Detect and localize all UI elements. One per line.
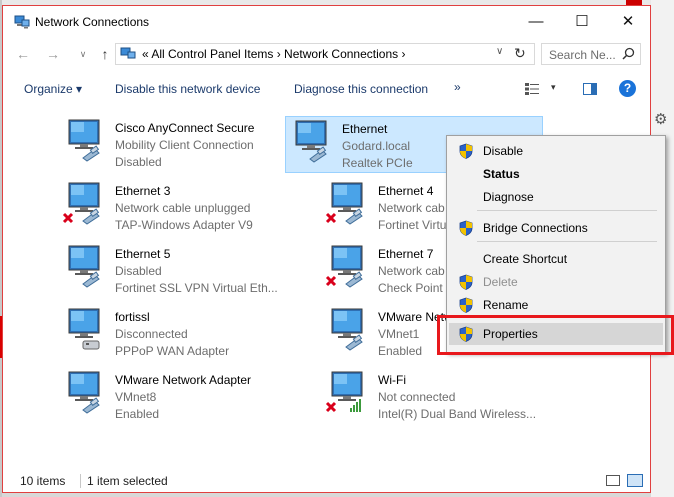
context-menu-label: Disable: [483, 144, 524, 158]
disable-device-button[interactable]: Disable this network device: [115, 82, 260, 96]
connection-details: Ethernet 3 Network cable unplugged TAP-Win…: [115, 183, 315, 234]
network-adapter-icon: [61, 118, 115, 164]
item-count: 10 items: [20, 474, 66, 488]
navigation-bar: ← → ∨ ↑ « All Control Panel Items › Netw…: [3, 38, 650, 70]
network-adapter-icon: [61, 307, 115, 353]
window-title: Network Connections: [35, 15, 150, 29]
back-arrow-icon[interactable]: ←: [13, 44, 33, 64]
connection-details: VMware Network Adapter VMnet8 Enabled: [115, 372, 315, 423]
large-icons-view-icon[interactable]: [627, 474, 643, 487]
change-view-icon[interactable]: [525, 83, 539, 95]
context-menu-label: Rename: [483, 298, 529, 312]
up-arrow-icon[interactable]: ↑: [95, 44, 115, 64]
status-divider: [80, 474, 81, 488]
context-menu-item-diagnose[interactable]: Diagnose: [449, 186, 663, 208]
control-panel-icon: [120, 47, 136, 59]
connection-item[interactable]: Wi-Fi Not connected Intel(R) Dual Band Wir…: [322, 368, 580, 425]
network-adapter-icon: [61, 370, 115, 416]
connection-item[interactable]: Ethernet 3 Network cable unplugged TAP-Win…: [59, 179, 317, 236]
connection-status: Disabled: [115, 264, 162, 278]
uac-shield-icon: [459, 143, 473, 159]
context-menu-label: Delete: [483, 275, 518, 289]
network-connections-icon: [14, 15, 30, 29]
breadcrumb[interactable]: « All Control Panel Items › Network Conn…: [142, 47, 405, 61]
context-menu-label: Create Shortcut: [483, 252, 568, 266]
connection-status: Not connected: [378, 390, 456, 404]
connection-item[interactable]: Ethernet 5 Disabled Fortinet SSL VPN Virtu…: [59, 242, 317, 299]
connection-adapter: Intel(R) Dual Band Wireless...: [378, 407, 537, 421]
network-adapter-icon: [61, 244, 115, 290]
context-menu-item-delete: Delete: [449, 271, 663, 293]
connection-item[interactable]: fortissl Disconnected PPPoP WAN Adapter: [59, 305, 317, 362]
recent-locations-chevron-icon[interactable]: ∨: [73, 44, 93, 64]
context-menu-label: Bridge Connections: [483, 221, 588, 235]
organize-button[interactable]: Organize ▾: [24, 82, 82, 96]
connection-adapter: PPPoP WAN Adapter: [115, 344, 230, 358]
more-commands-chevron-icon[interactable]: »: [454, 80, 461, 94]
connection-name: Ethernet 3: [115, 184, 171, 198]
connection-item[interactable]: VMware Network Adapter VMnet8 Enabled: [59, 368, 317, 425]
connection-adapter: Fortinet SSL VPN Virtual Eth...: [115, 281, 278, 295]
forward-arrow-icon[interactable]: →: [43, 44, 63, 64]
network-adapter-icon: [61, 181, 115, 227]
uac-shield-icon: [459, 274, 473, 290]
selection-count: 1 item selected: [87, 474, 168, 488]
context-menu-item-rename[interactable]: Rename: [449, 294, 663, 316]
menu-separator: [477, 241, 657, 242]
connection-name: Ethernet 5: [115, 247, 171, 261]
context-menu-item-status[interactable]: Status: [449, 163, 663, 185]
connection-name: fortissl: [115, 310, 150, 324]
connection-status: VMnet8: [115, 390, 157, 404]
network-adapter-icon: [288, 119, 342, 165]
uac-shield-icon: [459, 220, 473, 236]
network-adapter-icon: [324, 370, 378, 416]
help-icon[interactable]: ?: [619, 80, 636, 97]
close-button[interactable]: ✕: [605, 6, 651, 38]
status-bar: 10 items 1 item selected: [3, 470, 650, 492]
address-bar[interactable]: « All Control Panel Items › Network Conn…: [115, 43, 535, 65]
search-icon: [622, 47, 635, 60]
connection-details: fortissl Disconnected PPPoP WAN Adapter: [115, 309, 315, 360]
connection-item[interactable]: Cisco AnyConnect Secure Mobility Client C…: [59, 116, 317, 173]
search-placeholder: Search Ne...: [549, 48, 616, 62]
context-menu-item-create-shortcut[interactable]: Create Shortcut: [449, 248, 663, 270]
background-tool-icon: ⚙: [654, 111, 668, 128]
connection-name: VMware Network Adapter: [115, 373, 252, 387]
search-input[interactable]: Search Ne...: [541, 43, 641, 65]
preview-pane-icon[interactable]: [583, 83, 597, 95]
context-menu-item-disable[interactable]: Disable: [449, 140, 663, 162]
connection-details: Ethernet 5 Disabled Fortinet SSL VPN Virtu…: [115, 246, 315, 297]
connection-adapter: TAP-Windows Adapter V9: [115, 218, 253, 232]
connection-status: Disconnected: [115, 327, 188, 341]
minimize-button[interactable]: —: [513, 6, 559, 38]
context-menu-label: Status: [483, 167, 520, 181]
title-bar[interactable]: Network Connections — ☐ ✕: [3, 6, 650, 38]
uac-shield-icon: [459, 297, 473, 313]
maximize-button[interactable]: ☐: [559, 6, 605, 38]
address-dropdown-chevron-icon[interactable]: ∨: [496, 46, 503, 57]
highlight-annotation: [437, 315, 674, 355]
context-menu-item-bridge-connections[interactable]: Bridge Connections: [449, 217, 663, 239]
connection-adapter: Enabled: [115, 407, 160, 421]
diagnose-connection-button[interactable]: Diagnose this connection: [294, 82, 428, 96]
details-view-icon[interactable]: [606, 475, 620, 486]
refresh-icon[interactable]: ↻: [514, 45, 526, 62]
context-menu-label: Diagnose: [483, 190, 534, 204]
connection-name: Wi-Fi: [378, 373, 406, 387]
command-toolbar: Organize ▾ Disable this network device D…: [3, 72, 650, 106]
network-adapter-icon: [324, 307, 378, 353]
network-adapter-icon: [324, 244, 378, 290]
network-adapter-icon: [324, 181, 378, 227]
connection-status: Network cable unplugged: [115, 201, 251, 215]
menu-separator: [477, 210, 657, 211]
view-options-chevron-icon[interactable]: ▾: [551, 82, 556, 93]
connection-details: Wi-Fi Not connected Intel(R) Dual Band Wir…: [378, 372, 578, 423]
